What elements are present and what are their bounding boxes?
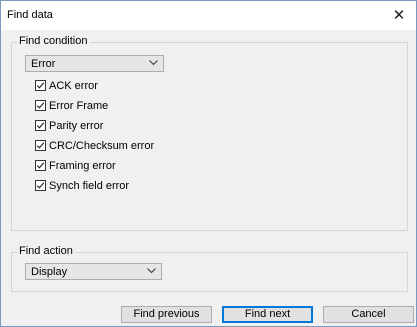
find-condition-select[interactable]: Error [25,55,164,72]
chevron-down-icon [147,268,156,274]
checkmark-icon [36,182,45,189]
checkbox[interactable] [35,140,46,151]
window-title: Find data [7,9,53,21]
find-data-dialog: Find data ✕ Find condition Error ACK err… [0,0,417,327]
checkbox-label: Error Frame [49,99,109,112]
checkbox[interactable] [35,160,46,171]
find-previous-button[interactable]: Find previous [121,306,212,323]
find-action-label: Find action [17,245,75,257]
title-bar: Find data ✕ [1,1,416,30]
cancel-button[interactable]: Cancel [323,306,414,323]
chevron-down-icon [149,60,158,66]
checkbox-label: CRC/Checksum error [49,139,155,152]
checkbox-row[interactable]: Parity error [35,119,103,132]
find-condition-label: Find condition [17,35,90,47]
checkmark-icon [36,142,45,149]
find-action-select[interactable]: Display [25,263,162,280]
checkmark-icon [36,162,45,169]
checkbox[interactable] [35,180,46,191]
checkmark-icon [36,82,45,89]
checkbox[interactable] [35,80,46,91]
checkbox-label: Parity error [49,119,104,132]
checkbox-label: Synch field error [49,179,130,192]
find-action-value: Display [31,266,68,278]
find-condition-value: Error [31,58,56,70]
checkbox-label: ACK error [49,79,98,92]
checkbox-row[interactable]: Error Frame [35,99,108,112]
close-icon: ✕ [392,7,406,24]
checkbox[interactable] [35,100,46,111]
checkbox-row[interactable]: ACK error [35,79,98,92]
checkbox[interactable] [35,120,46,131]
checkbox-row[interactable]: CRC/Checksum error [35,139,154,152]
checkmark-icon [36,122,45,129]
checkbox-label: Framing error [49,159,116,172]
close-button[interactable]: ✕ [386,3,412,27]
checkbox-row[interactable]: Synch field error [35,179,129,192]
checkbox-row[interactable]: Framing error [35,159,116,172]
checkmark-icon [36,102,45,109]
find-next-button[interactable]: Find next [222,306,313,323]
